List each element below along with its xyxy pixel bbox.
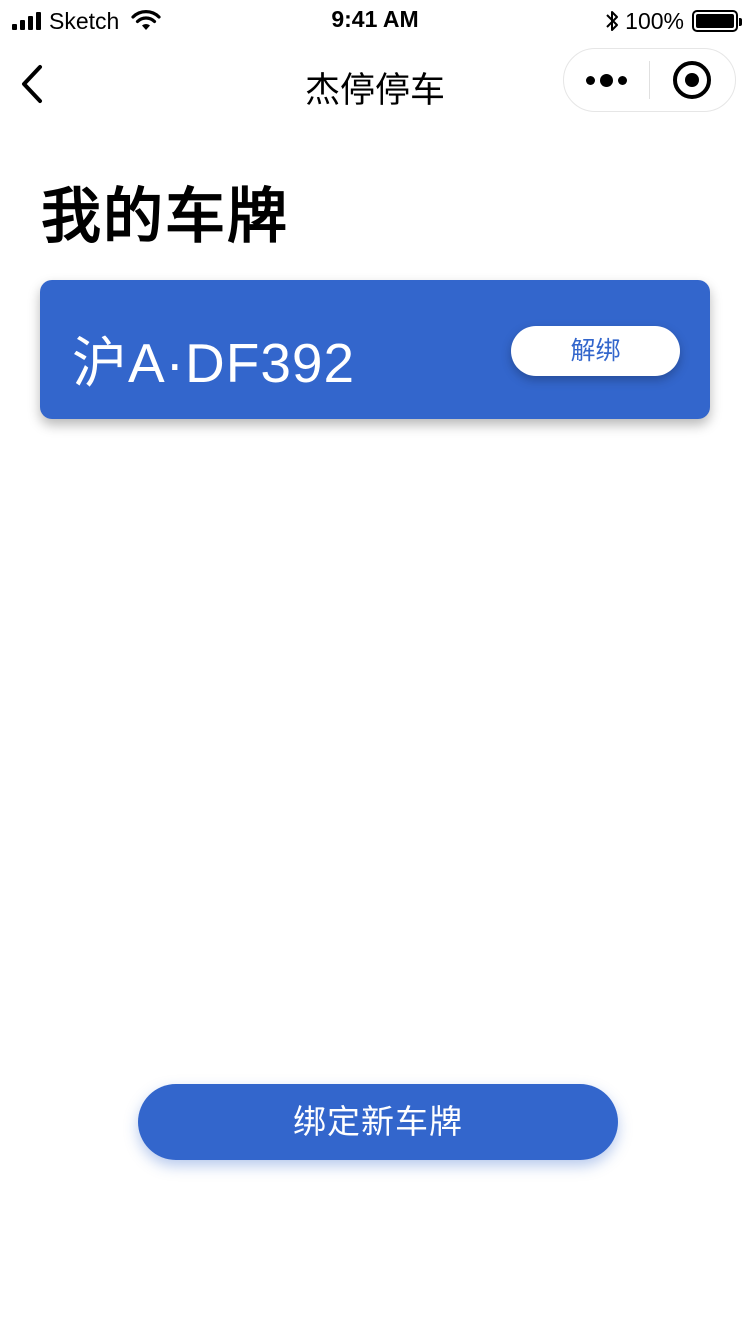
navigation-bar: 杰停停车 [0, 44, 750, 124]
more-menu-button[interactable] [564, 48, 649, 112]
bind-new-plate-button[interactable]: 绑定新车牌 [138, 1084, 618, 1160]
target-circle-icon [673, 61, 712, 99]
bluetooth-icon [606, 11, 619, 31]
mini-program-capsule [563, 48, 736, 112]
app-screen: Sketch 9:41 AM 100% 杰停停车 我的车牌 沪A·DF392 解… [0, 0, 750, 1334]
battery-cap [739, 18, 742, 26]
more-dot [600, 73, 613, 87]
battery-icon [692, 10, 742, 32]
license-plate-card: 沪A·DF392 解绑 [40, 280, 710, 419]
plate-number: 沪A·DF392 [72, 332, 356, 394]
more-dot [586, 75, 595, 85]
status-right: 100% [605, 7, 742, 34]
status-bar: Sketch 9:41 AM 100% [0, 0, 750, 40]
battery-level-fill [696, 14, 734, 28]
page-title: 我的车牌 [41, 182, 289, 252]
unbind-button[interactable]: 解绑 [511, 326, 680, 376]
close-mini-program-button[interactable] [650, 48, 735, 112]
battery-percent: 100% [625, 7, 684, 34]
more-dot [618, 75, 627, 85]
